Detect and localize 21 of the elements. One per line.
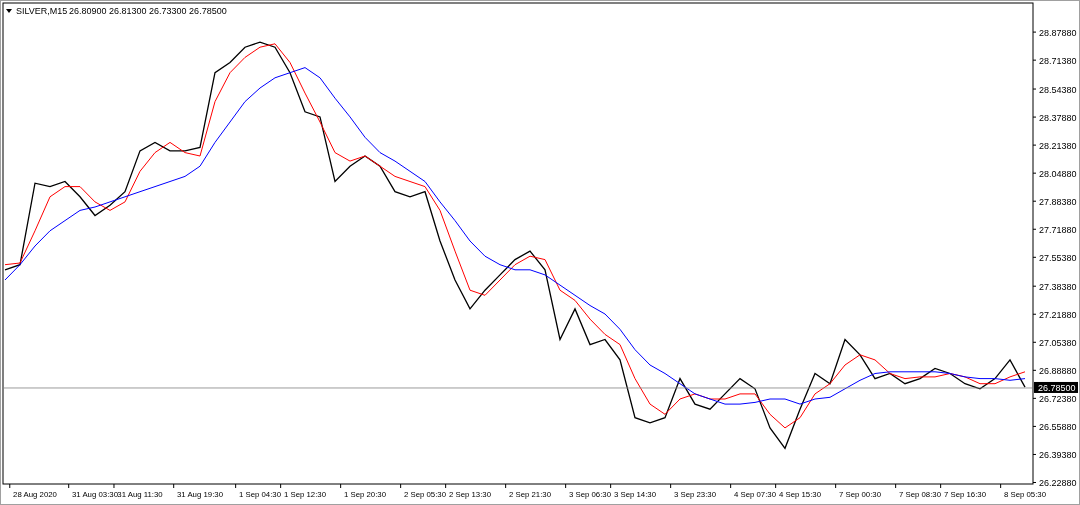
price-axis-label: 27.21880: [1039, 309, 1077, 320]
price-axis-label: 28.87880: [1039, 27, 1077, 38]
quote-values: 26.80900 26.81300 26.73300 26.78500: [69, 6, 227, 16]
price-axis-label: 27.38380: [1039, 281, 1077, 292]
price-axis-label: 27.88380: [1039, 196, 1077, 207]
price-axis-label: 26.88880: [1039, 365, 1077, 376]
price-axis-label: 26.39380: [1039, 449, 1077, 460]
price-axis-label: 27.71880: [1039, 224, 1077, 235]
price-axis-label: 28.54380: [1039, 84, 1077, 95]
price-axis-label: 27.55380: [1039, 252, 1077, 263]
price-axis-label: 26.72380: [1039, 393, 1077, 404]
price-axis-label: 28.04880: [1039, 168, 1077, 179]
price-axis-label: 28.71380: [1039, 55, 1077, 66]
current-price-tag: 26.78500: [1034, 381, 1078, 393]
price-axis-label: 26.55880: [1039, 421, 1077, 432]
price-axis-label: 28.37880: [1039, 112, 1077, 123]
symbol-label: SILVER,M15: [16, 6, 68, 16]
price-axis-label: 27.05380: [1039, 337, 1077, 348]
dropdown-triangle-icon[interactable]: [6, 9, 12, 13]
price-axis-label: 26.22880: [1039, 478, 1077, 488]
price-axis-label: 28.21380: [1039, 140, 1077, 151]
